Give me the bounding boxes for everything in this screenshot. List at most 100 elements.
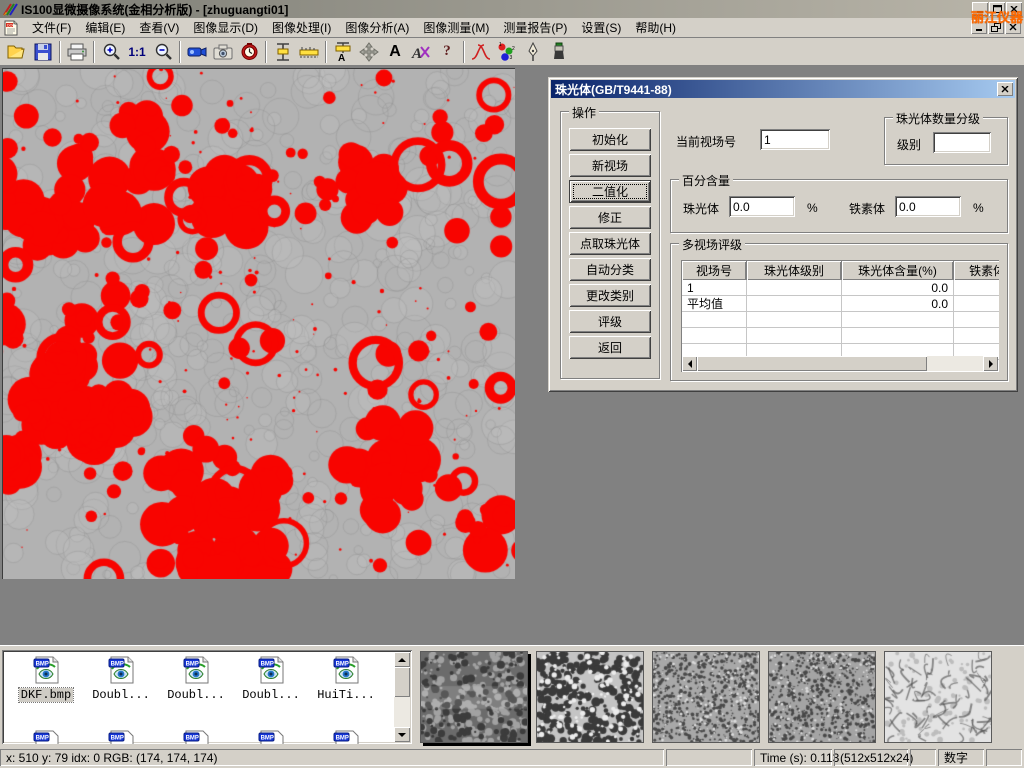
text-style-icon[interactable]: A bbox=[408, 40, 434, 64]
svg-text:BMP: BMP bbox=[186, 735, 199, 741]
file-item[interactable]: BMP bbox=[310, 730, 382, 744]
zoom-out-icon[interactable] bbox=[150, 40, 176, 64]
auto-classify-button[interactable]: 自动分类 bbox=[569, 258, 651, 281]
menu-help[interactable]: 帮助(H) bbox=[628, 17, 683, 38]
open-folder-icon[interactable] bbox=[4, 40, 30, 64]
save-icon[interactable] bbox=[30, 40, 56, 64]
initialize-button[interactable]: 初始化 bbox=[569, 128, 651, 151]
rating-table[interactable]: 视场号 珠光体级别 珠光体含量(%) 铁素体含量(%) 1 0.0 平均值 0.… bbox=[681, 260, 999, 372]
thumbnail-image-1[interactable] bbox=[420, 651, 528, 743]
dialog-title: 珠光体(GB/T9441-88) bbox=[555, 81, 672, 98]
pen-icon[interactable] bbox=[520, 40, 546, 64]
new-field-button[interactable]: 新视场 bbox=[569, 154, 651, 177]
count-points-icon[interactable]: 123 bbox=[494, 40, 520, 64]
grade-input[interactable] bbox=[933, 132, 991, 153]
curve-icon[interactable] bbox=[468, 40, 494, 64]
file-item[interactable]: BMP bbox=[85, 730, 157, 744]
file-item[interactable]: BMP bbox=[160, 730, 232, 744]
return-button[interactable]: 返回 bbox=[569, 336, 651, 359]
scroll-down-icon[interactable] bbox=[394, 727, 410, 742]
dialog-close-icon[interactable] bbox=[997, 82, 1013, 96]
ferrite-label: 铁素体 bbox=[849, 200, 885, 217]
scroll-up-icon[interactable] bbox=[394, 652, 410, 667]
cell: 1 bbox=[682, 280, 747, 296]
menu-view[interactable]: 查看(V) bbox=[132, 17, 186, 38]
menu-measure-report[interactable]: 测量报告(P) bbox=[496, 17, 574, 38]
toolbar-separator bbox=[179, 41, 181, 63]
app-logo-icon bbox=[2, 2, 18, 17]
timer-icon[interactable] bbox=[236, 40, 262, 64]
col-ferrite-amount[interactable]: 铁素体含量(%) bbox=[954, 261, 999, 280]
scroll-right-icon[interactable] bbox=[983, 356, 998, 371]
dialog-title-bar[interactable]: 珠光体(GB/T9441-88) bbox=[551, 80, 1015, 98]
correct-button[interactable]: 修正 bbox=[569, 206, 651, 229]
menu-image-analysis[interactable]: 图像分析(A) bbox=[338, 17, 416, 38]
scroll-left-icon[interactable] bbox=[682, 356, 697, 371]
pick-pearlite-button[interactable]: 点取珠光体 bbox=[569, 232, 651, 255]
thumbnail-image-4[interactable] bbox=[768, 651, 876, 743]
scrollbar-thumb[interactable] bbox=[394, 667, 410, 697]
vertical-ruler-icon[interactable] bbox=[270, 40, 296, 64]
table-header-row: 视场号 珠光体级别 珠光体含量(%) 铁素体含量(%) bbox=[682, 261, 999, 280]
thumbnail-image-3[interactable] bbox=[652, 651, 760, 743]
svg-text:BMP: BMP bbox=[36, 661, 49, 667]
status-mode: 数字 bbox=[938, 749, 984, 766]
file-name[interactable]: Doubl... bbox=[165, 688, 227, 702]
zoom-in-icon[interactable] bbox=[98, 40, 124, 64]
pearlite-percent-input[interactable] bbox=[729, 196, 795, 217]
actual-size-icon[interactable]: 1:1 bbox=[124, 40, 150, 64]
file-item[interactable]: BMP Doubl... bbox=[160, 656, 232, 702]
file-name[interactable]: HuiTi... bbox=[315, 688, 377, 702]
col-field-number[interactable]: 视场号 bbox=[682, 261, 747, 280]
table-horizontal-scrollbar[interactable] bbox=[682, 356, 998, 371]
mdi-child-system-icon[interactable]: DOC bbox=[3, 20, 19, 36]
file-name[interactable]: Doubl... bbox=[240, 688, 302, 702]
file-name[interactable]: Doubl... bbox=[90, 688, 152, 702]
brush-icon[interactable] bbox=[546, 40, 572, 64]
menu-edit[interactable]: 编辑(E) bbox=[78, 17, 132, 38]
change-class-button[interactable]: 更改类别 bbox=[569, 284, 651, 307]
file-item[interactable]: BMP HuiTi... bbox=[310, 656, 382, 702]
bmp-file-icon: BMP bbox=[256, 730, 286, 744]
rate-button[interactable]: 评级 bbox=[569, 310, 651, 333]
ferrite-percent-input[interactable] bbox=[895, 196, 961, 217]
title-bar[interactable]: IS100显微摄像系统(金相分析版) - [zhuguangti01] bbox=[0, 0, 1024, 18]
svg-text:BMP: BMP bbox=[186, 661, 199, 667]
camera-icon[interactable] bbox=[210, 40, 236, 64]
binarize-button[interactable]: 二值化 bbox=[569, 180, 651, 203]
col-pearlite-grade[interactable]: 珠光体级别 bbox=[747, 261, 842, 280]
move-icon[interactable] bbox=[356, 40, 382, 64]
file-list-scrollbar[interactable] bbox=[394, 652, 410, 742]
print-icon[interactable] bbox=[64, 40, 90, 64]
table-row[interactable] bbox=[682, 312, 999, 328]
pearlite-label: 珠光体 bbox=[683, 200, 719, 217]
metallograph-image[interactable] bbox=[2, 68, 515, 579]
file-item-dkf[interactable]: BMP DKF.bmp bbox=[10, 656, 82, 702]
menu-image-processing[interactable]: 图像处理(I) bbox=[265, 17, 338, 38]
menu-settings[interactable]: 设置(S) bbox=[574, 17, 628, 38]
video-camera-icon[interactable] bbox=[184, 40, 210, 64]
file-item[interactable]: BMP Doubl... bbox=[85, 656, 157, 702]
table-row[interactable]: 1 0.0 bbox=[682, 280, 999, 296]
percent-group-label: 百分含量 bbox=[679, 172, 733, 189]
table-row[interactable] bbox=[682, 328, 999, 344]
file-item[interactable]: BMP bbox=[10, 730, 82, 744]
scrollbar-thumb[interactable] bbox=[697, 356, 927, 371]
menu-file[interactable]: 文件(F) bbox=[25, 17, 78, 38]
file-browser-panel: BMP DKF.bmp BMP Doubl... BMP bbox=[0, 645, 1024, 747]
menu-image-display[interactable]: 图像显示(D) bbox=[186, 17, 265, 38]
help-icon[interactable]: ? bbox=[434, 40, 460, 64]
thumbnail-image-5[interactable] bbox=[884, 651, 992, 743]
file-item[interactable]: BMP bbox=[235, 730, 307, 744]
menu-image-measure[interactable]: 图像测量(M) bbox=[416, 17, 496, 38]
text-icon[interactable]: A bbox=[382, 40, 408, 64]
current-field-input[interactable] bbox=[760, 129, 830, 150]
measure-text-icon[interactable]: A bbox=[330, 40, 356, 64]
file-item[interactable]: BMP Doubl... bbox=[235, 656, 307, 702]
horizontal-ruler-icon[interactable] bbox=[296, 40, 322, 64]
table-row[interactable]: 平均值 0.0 bbox=[682, 296, 999, 312]
file-name[interactable]: DKF.bmp bbox=[19, 688, 73, 702]
col-pearlite-amount[interactable]: 珠光体含量(%) bbox=[842, 261, 954, 280]
thumbnail-image-2[interactable] bbox=[536, 651, 644, 743]
file-listbox[interactable]: BMP DKF.bmp BMP Doubl... BMP bbox=[2, 650, 412, 744]
